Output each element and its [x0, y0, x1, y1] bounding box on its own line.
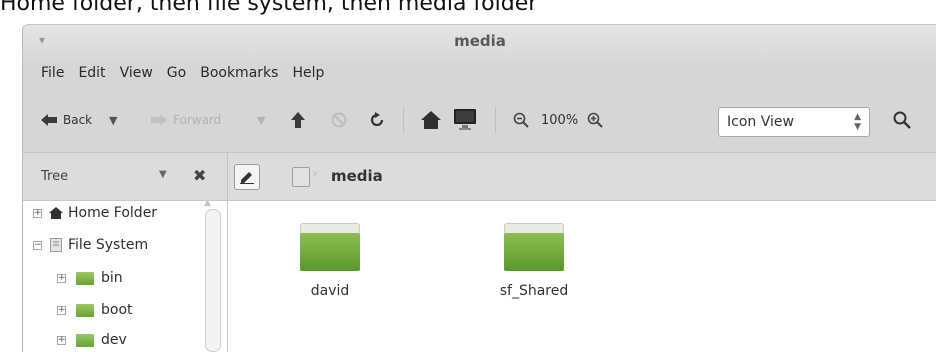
- forward-label: Forward: [173, 113, 222, 127]
- window-title: media: [454, 32, 506, 50]
- toggle-location-button[interactable]: [234, 164, 260, 190]
- drive-icon: [50, 238, 62, 252]
- tree-item-file-system[interactable]: − File System: [33, 234, 148, 256]
- forward-arrow-icon: [151, 114, 167, 126]
- computer-icon: [454, 109, 476, 130]
- computer-button[interactable]: [453, 107, 477, 133]
- tree-scrollbar[interactable]: [205, 209, 221, 352]
- folder-icon: [76, 303, 94, 317]
- chevron-down-icon: ▼: [109, 113, 118, 127]
- expand-icon[interactable]: +: [57, 273, 66, 283]
- tree-item-label: File System: [68, 237, 149, 253]
- sidebar-mode-dropdown[interactable]: ▼: [159, 169, 167, 180]
- back-label: Back: [63, 113, 93, 127]
- forward-history-dropdown[interactable]: ▼: [257, 107, 265, 133]
- back-history-dropdown[interactable]: ▼: [109, 107, 117, 133]
- menu-file[interactable]: File: [41, 65, 64, 87]
- collapse-icon[interactable]: −: [33, 240, 42, 250]
- toolbar: Back ▼ Forward ▼ 100% Icon View ▲ ▼: [23, 93, 936, 149]
- stop-icon: [331, 112, 347, 128]
- search-icon: [893, 111, 911, 129]
- breadcrumb-media[interactable]: media: [331, 167, 383, 185]
- up-button[interactable]: [291, 107, 305, 133]
- menu-bookmarks[interactable]: Bookmarks: [200, 65, 278, 87]
- tree-item-boot[interactable]: + boot: [57, 299, 133, 321]
- chevron-down-icon: ▼: [257, 113, 266, 127]
- tree-item-home-folder[interactable]: + Home Folder: [33, 202, 157, 224]
- forward-button[interactable]: Forward: [151, 107, 221, 133]
- sidebar-tree: ▲ + Home Folder − File System + bin + bo…: [23, 198, 227, 352]
- sidebar-header: Tree ▼ ✖: [23, 152, 227, 201]
- tree-item-dev[interactable]: + dev: [57, 329, 127, 351]
- zoom-in-button[interactable]: [587, 107, 603, 133]
- file-name: david: [310, 283, 350, 299]
- menu-bar: File Edit View Go Bookmarks Help: [41, 65, 324, 87]
- expand-icon[interactable]: +: [57, 335, 66, 345]
- reload-icon: [370, 112, 384, 127]
- zoom-level-button[interactable]: 100%: [541, 107, 578, 133]
- home-button[interactable]: [421, 107, 441, 133]
- folder-icon: [76, 271, 94, 285]
- zoom-out-icon: [513, 112, 529, 128]
- tree-item-label: bin: [101, 270, 123, 286]
- folder-icon: [76, 333, 94, 347]
- tree-item-label: dev: [101, 332, 127, 348]
- home-icon: [421, 111, 441, 129]
- expand-icon[interactable]: +: [33, 208, 42, 218]
- scroll-up-arrow-icon[interactable]: ▲: [204, 198, 211, 208]
- sidebar-title: Tree: [41, 169, 69, 184]
- folder-icon: [300, 223, 360, 271]
- drive-icon[interactable]: [292, 167, 310, 187]
- home-icon: [49, 207, 63, 219]
- expand-icon[interactable]: +: [57, 305, 66, 315]
- menu-go[interactable]: Go: [167, 65, 186, 87]
- file-view: david sf_Shared: [227, 200, 936, 352]
- up-arrow-icon: [291, 112, 305, 128]
- zoom-in-icon: [587, 112, 603, 128]
- toolbar-separator: [495, 107, 496, 133]
- file-manager-window: ▾ media File Edit View Go Bookmarks Help…: [22, 24, 936, 352]
- file-item-david[interactable]: david: [280, 223, 380, 299]
- toolbar-separator: [403, 107, 404, 133]
- menu-edit[interactable]: Edit: [78, 65, 105, 87]
- folder-icon: [504, 223, 564, 271]
- view-mode-select[interactable]: Icon View ▲ ▼: [718, 107, 870, 137]
- view-mode-value: Icon View: [727, 114, 794, 130]
- menu-help[interactable]: Help: [292, 65, 324, 87]
- reload-button[interactable]: [369, 107, 385, 133]
- back-arrow-icon: [41, 114, 57, 126]
- pencil-icon: [240, 172, 254, 184]
- menu-view[interactable]: View: [120, 65, 153, 87]
- close-sidebar-icon[interactable]: ✖: [193, 166, 206, 185]
- file-item-sf-shared[interactable]: sf_Shared: [484, 223, 584, 299]
- file-name: sf_Shared: [499, 283, 569, 299]
- title-bar[interactable]: ▾ media: [23, 25, 936, 61]
- stop-button[interactable]: [331, 107, 347, 133]
- page-caption: Home folder, then file system, then medi…: [0, 0, 538, 16]
- zoom-level: 100%: [541, 112, 579, 128]
- tree-item-label: Home Folder: [68, 205, 158, 221]
- search-button[interactable]: [893, 107, 911, 133]
- path-bar: › media: [227, 152, 936, 201]
- spin-arrows-icon: ▲ ▼: [854, 112, 861, 132]
- tree-item-bin[interactable]: + bin: [57, 267, 123, 289]
- back-button[interactable]: Back: [41, 107, 92, 133]
- tree-item-label: boot: [101, 302, 133, 318]
- breadcrumb-arrow-icon: ›: [312, 166, 318, 182]
- zoom-out-button[interactable]: [513, 107, 529, 133]
